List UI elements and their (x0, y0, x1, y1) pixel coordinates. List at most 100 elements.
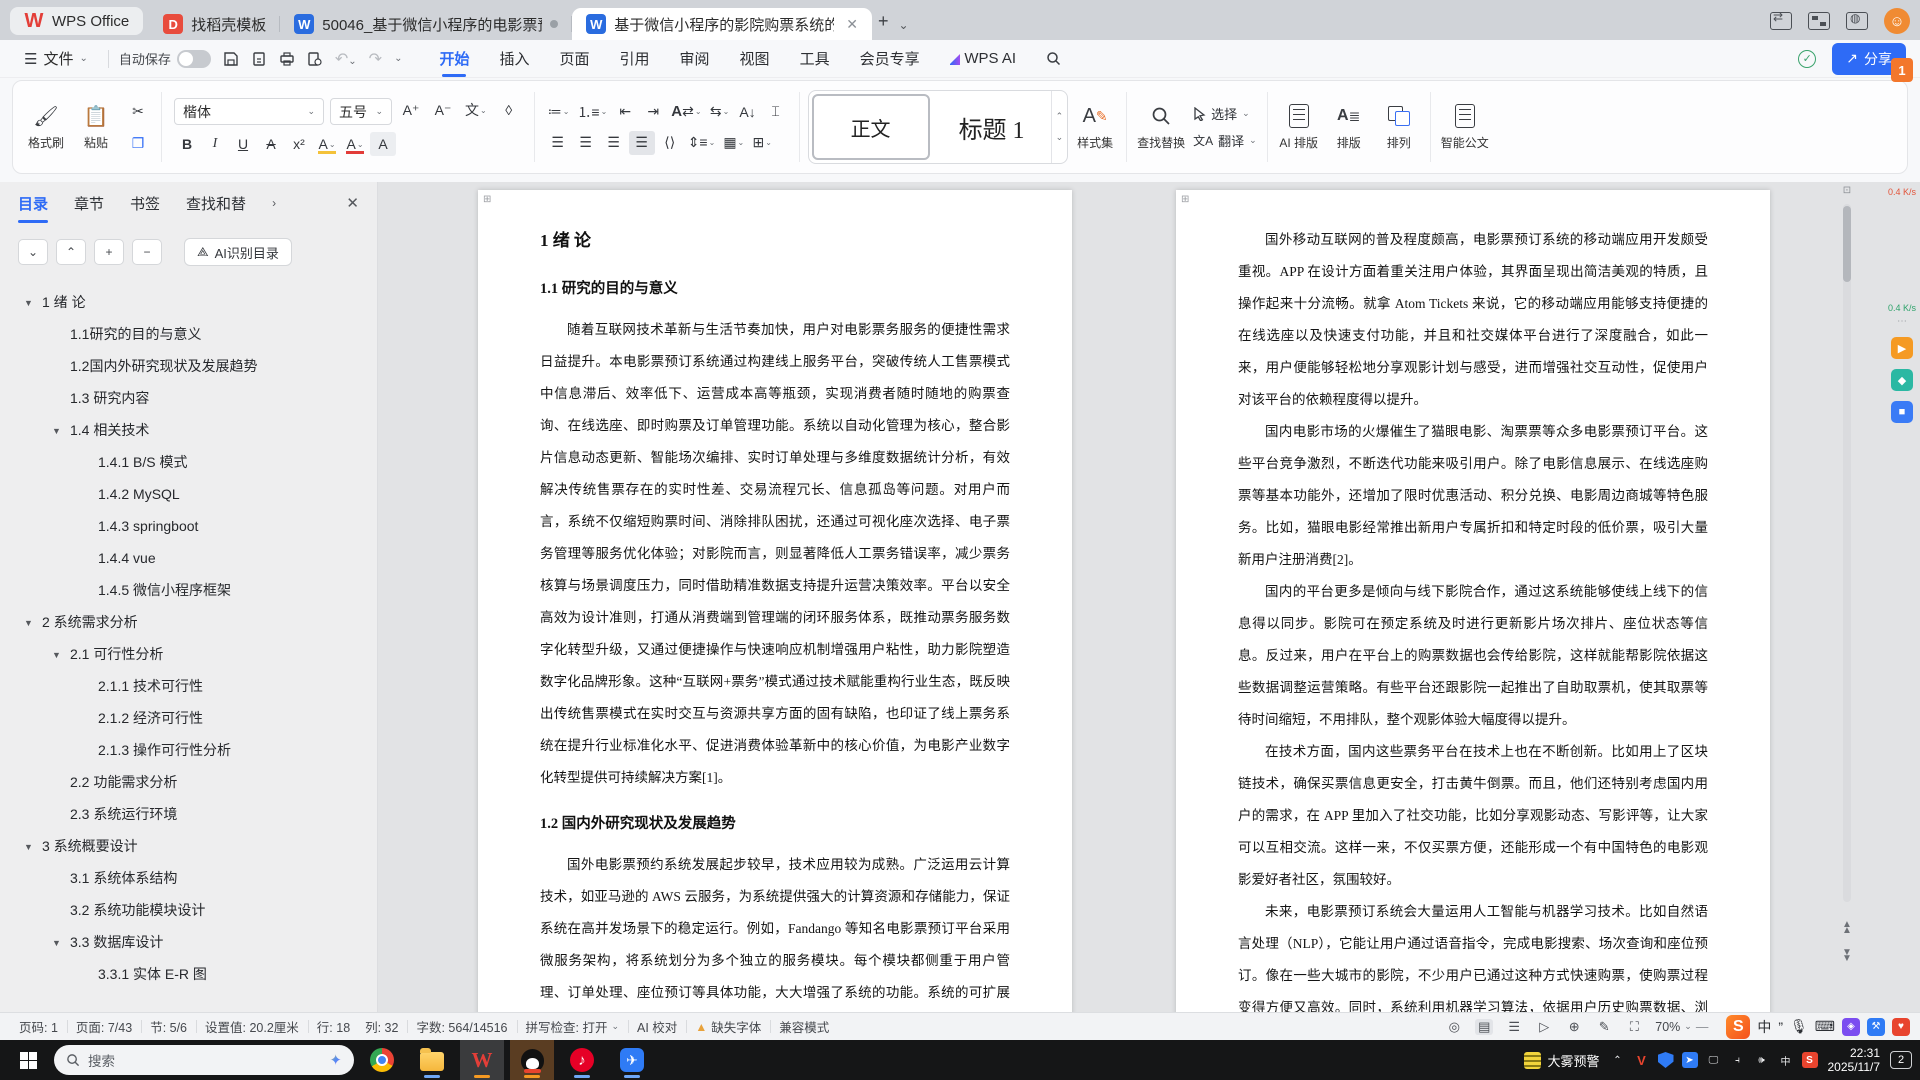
doc-check-icon[interactable]: ✓ (1798, 50, 1816, 68)
sogou-logo-icon[interactable]: S (1726, 1015, 1750, 1039)
border-button[interactable]: ⊞⌄ (749, 131, 775, 155)
decrease-indent-button[interactable]: ⇤ (612, 100, 638, 124)
underline-button[interactable]: U (230, 132, 256, 156)
increase-indent-button[interactable]: ⇥ (640, 100, 666, 124)
distribute-button[interactable]: ⟨⟩ (657, 131, 683, 155)
sidebar-tab-bookmark[interactable]: 书签 (130, 193, 160, 214)
eye-protect-icon[interactable]: ◎ (1445, 1019, 1463, 1035)
toc-item[interactable]: 2.3 系统运行环境 (0, 798, 377, 830)
notification-icon[interactable] (1846, 12, 1868, 30)
align-right-button[interactable]: ☰ (601, 131, 627, 155)
increase-font-button[interactable]: A⁺ (398, 98, 424, 122)
tab-tools[interactable]: 工具 (785, 40, 845, 77)
ime-skin-icon[interactable]: ◈ (1842, 1018, 1860, 1036)
tab-wps-ai[interactable]: ◢WPS AI (935, 40, 1031, 77)
print-icon[interactable] (279, 51, 295, 67)
toc-item[interactable]: ▼3.3 数据库设计 (0, 926, 377, 958)
print-preview-icon[interactable] (307, 51, 323, 67)
security-shield-icon[interactable] (1658, 1052, 1674, 1068)
toc-zoom-in-button[interactable]: + (94, 239, 124, 265)
floating-app-icon-teal[interactable]: ◆ (1891, 369, 1913, 391)
status-spell-check[interactable]: 拼写检查: 打开⌄ (517, 1017, 629, 1036)
sidebar-tabs-overflow-icon[interactable]: › (272, 196, 276, 210)
tab-wps-home[interactable]: W WPS Office (10, 7, 143, 35)
toc-item[interactable]: ▼1 绪 论 (0, 286, 377, 318)
toc-expand-button[interactable]: ⌃ (56, 239, 86, 265)
italic-button[interactable]: I (202, 132, 228, 156)
display-icon[interactable]: 🖵 (1706, 1052, 1722, 1068)
ai-recognize-toc-button[interactable]: ⟁ AI识别目录 (184, 238, 292, 266)
styles-scroll-down-icon[interactable]: ⌄ (1056, 132, 1064, 143)
scrollbar-track[interactable] (1843, 204, 1851, 902)
floating-badge[interactable]: 1 (1891, 58, 1913, 82)
taskbar-app-netease-music[interactable]: ♪ (560, 1040, 604, 1080)
select-button[interactable]: 选择⌄ (1193, 104, 1257, 123)
tray-expand-icon[interactable]: ⌃ (1610, 1052, 1626, 1068)
ime-lang-indicator[interactable]: 中 (1778, 1052, 1794, 1068)
toc-item[interactable]: 1.4.5 微信小程序框架 (0, 574, 377, 606)
tab-review[interactable]: 审阅 (665, 40, 725, 77)
mic-icon[interactable]: 🎙 (1790, 1018, 1808, 1035)
find-replace-button[interactable]: 查找替换 (1133, 86, 1189, 168)
text-tools-button[interactable]: A⇄⌄ (668, 100, 704, 124)
outline-view-icon[interactable]: ☰ (1505, 1019, 1523, 1035)
clear-format-button[interactable]: ◊ (496, 98, 522, 122)
format-painter-button[interactable]: 🖌 格式刷 (21, 86, 71, 168)
tab-page[interactable]: 页面 (545, 40, 605, 77)
tab-docer-templates[interactable]: D 找稻壳模板 (149, 8, 280, 40)
toc-item[interactable]: ▼2 系统需求分析 (0, 606, 377, 638)
toc-item[interactable]: 1.1研究的目的与意义 (0, 318, 377, 350)
new-tab-button[interactable]: + (878, 11, 889, 32)
toc-item[interactable]: 2.1.1 技术可行性 (0, 670, 377, 702)
toc-item[interactable]: 1.4.3 springboot (0, 510, 377, 542)
fullscreen-play-icon[interactable]: ▷ (1535, 1019, 1553, 1035)
export-pdf-icon[interactable] (251, 51, 267, 67)
status-setting[interactable]: 设置值: 20.2厘米 (196, 1017, 308, 1036)
decrease-font-button[interactable]: A⁻ (430, 98, 456, 122)
tab-insert[interactable]: 插入 (484, 40, 544, 77)
tab-list-dropdown-icon[interactable]: ⌄ (899, 18, 909, 32)
smart-doc-button[interactable]: ★ 智能公文 (1437, 86, 1493, 168)
toc-item[interactable]: 2.1.3 操作可行性分析 (0, 734, 377, 766)
toc-item[interactable]: ▼2.1 可行性分析 (0, 638, 377, 670)
arrange-button[interactable]: 排列 (1374, 86, 1424, 168)
tab-ruler-button[interactable]: ⌶ (763, 100, 789, 124)
toc-item[interactable]: 3.1 系统体系结构 (0, 862, 377, 894)
previous-page-button[interactable]: ▲▲ (1838, 916, 1856, 940)
font-family-select[interactable]: 楷体⌄ (174, 98, 324, 125)
taskbar-clock[interactable]: 22:31 2025/11/7 (1828, 1046, 1881, 1074)
char-shading-button[interactable]: A (370, 132, 396, 156)
tab-member[interactable]: 会员专享 (845, 40, 935, 77)
toc-item[interactable]: 1.4.2 MySQL (0, 478, 377, 510)
sort-button[interactable]: A↓ (735, 100, 761, 124)
shading-button[interactable]: ▦⌄ (720, 131, 747, 155)
tray-app-icon-red[interactable]: V (1634, 1052, 1650, 1068)
taskbar-app-qq[interactable] (510, 1040, 554, 1080)
web-view-icon[interactable]: ⊕ (1565, 1019, 1583, 1035)
zoom-control[interactable]: 70%⌄— (1655, 1020, 1708, 1034)
superscript-button[interactable]: x² (286, 132, 312, 156)
network-icon[interactable]: ⫞ (1730, 1052, 1746, 1068)
ime-favorite-icon[interactable]: ♥ (1892, 1018, 1910, 1036)
toc-collapse-button[interactable]: ⌄ (18, 239, 48, 265)
toc-item[interactable]: 1.2国内外研究现状及发展趋势 (0, 350, 377, 382)
redo-icon[interactable]: ↷ (369, 49, 382, 69)
autosave-toggle-group[interactable]: 自动保存 (119, 49, 211, 68)
toc-item[interactable]: 1.4.1 B/S 模式 (0, 446, 377, 478)
vertical-scrollbar[interactable]: ⊡ ▲▲ ▼▼ (1840, 184, 1854, 1012)
ime-toolbox-icon[interactable]: ⚒ (1867, 1018, 1885, 1036)
document-page-right[interactable]: ⊞ 国外移动互联网的普及程度颇高，电影票预订系统的移动端应用开发颇受重视。APP… (1176, 190, 1770, 1014)
message-center-icon[interactable] (1770, 12, 1792, 30)
ai-layout-button[interactable]: ✦ AI 排版 (1274, 86, 1324, 168)
toc-item[interactable]: 2.2 功能需求分析 (0, 766, 377, 798)
sidebar-close-icon[interactable]: ✕ (346, 194, 359, 212)
sidebar-tab-toc[interactable]: 目录 (18, 193, 48, 214)
screenshot-icon[interactable]: ⛶ (1625, 1019, 1643, 1035)
taskbar-search-input[interactable]: 搜索 ✦ (54, 1045, 354, 1075)
scrollbar-thumb[interactable] (1843, 206, 1851, 282)
toc-item[interactable]: ▼3 系统概要设计 (0, 830, 377, 862)
justify-button[interactable]: ☰ (629, 131, 655, 155)
toc-item[interactable]: 1.3 研究内容 (0, 382, 377, 414)
phonetic-guide-button[interactable]: 文⌄ (462, 98, 490, 122)
style-body-text[interactable]: 正文 (812, 94, 930, 160)
